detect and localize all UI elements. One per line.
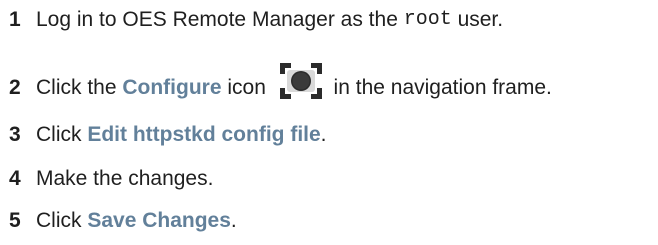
step-text-end: in the navigation frame. bbox=[327, 76, 552, 99]
step-number: 1 bbox=[9, 8, 21, 31]
configure-icon bbox=[278, 61, 324, 101]
step-number: 4 bbox=[9, 167, 21, 190]
step-text: Click bbox=[36, 123, 88, 146]
save-changes-label: Save Changes bbox=[87, 209, 231, 232]
step-text-end: . bbox=[320, 123, 327, 146]
step-number: 2 bbox=[9, 76, 21, 99]
step-text: Log in to OES Remote Manager as the bbox=[36, 8, 404, 31]
step-text-end: . bbox=[230, 209, 237, 232]
step-3: 3 Click Edit httpstkd config file . bbox=[9, 119, 327, 151]
step-2: 2 Click the Configure icon in the naviga… bbox=[9, 62, 552, 104]
root-username: root bbox=[403, 8, 452, 31]
step-text-end: user. bbox=[451, 8, 504, 31]
step-text-middle: icon bbox=[221, 76, 272, 99]
step-text: Make the changes. bbox=[36, 167, 214, 190]
step-number: 5 bbox=[9, 209, 21, 232]
step-number: 3 bbox=[9, 123, 21, 146]
step-1: 1 Log in to OES Remote Manager as the ro… bbox=[9, 4, 503, 36]
step-text: Click the bbox=[36, 76, 123, 99]
step-5: 5 Click Save Changes . bbox=[9, 205, 237, 237]
step-text: Click bbox=[36, 209, 88, 232]
step-4: 4 Make the changes. bbox=[9, 163, 213, 195]
configure-label: Configure bbox=[122, 76, 222, 99]
edit-httpstkd-config-label: Edit httpstkd config file bbox=[87, 123, 321, 146]
